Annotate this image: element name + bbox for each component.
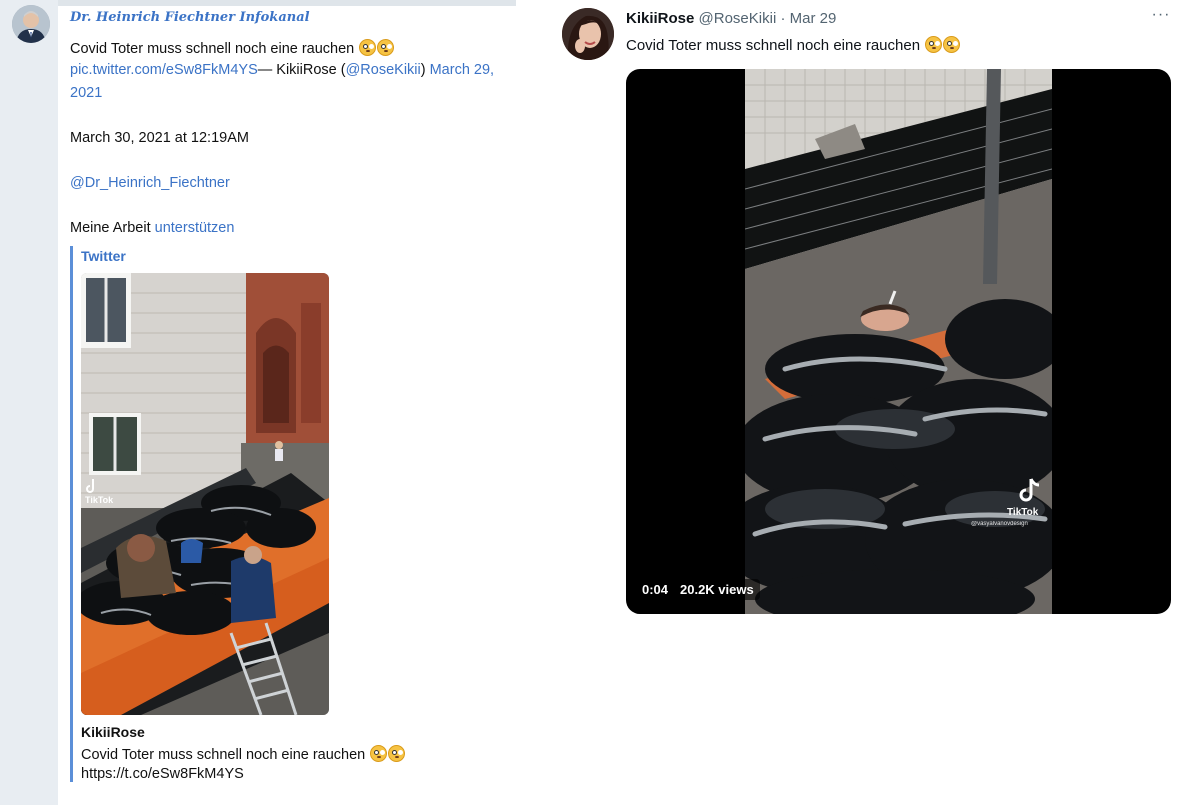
link-preview-url[interactable]: https://t.co/eSw8FkM4YS [81,766,244,782]
tweet-display-name[interactable]: KikiiRose [626,10,694,27]
video-watermark-user: @vasyalvanovdesign [971,521,1028,527]
close-paren: ) [420,62,430,78]
tweet-date-link-year[interactable]: 2021 [70,85,102,101]
link-preview-bar [70,246,73,782]
tweet-video-player[interactable]: TikTok @vasyalvanovdesign 0:04 20.2K vie… [626,69,1171,614]
post-date-line: 2021 [70,85,102,101]
post-source-line: pic.twitter.com/eSw8FkM4YS— KikiiRose (@… [70,62,494,78]
support-prefix: Meine Arbeit [70,220,155,236]
video-time: 0:04 [636,579,675,600]
post-text-line: Covid Toter muss schnell noch eine rauch… [70,39,395,57]
author-handle-link[interactable]: @RoseKikii [346,62,421,78]
more-options-icon[interactable]: ··· [1150,6,1172,26]
meta-separator: · [776,10,790,27]
link-preview-image[interactable]: TikTok [81,273,329,715]
video-watermark: TikTok [1007,507,1039,518]
post-text: Covid Toter muss schnell noch eine rauch… [70,41,355,57]
tweet-date-link[interactable]: March 29, [430,62,494,78]
flushed-face-icon [377,39,395,56]
flushed-face-icon [943,36,961,53]
tweet-header: KikiiRose @RoseKikii · Mar 29 [626,10,836,27]
flushed-face-icon [359,39,377,56]
tweet-author-avatar[interactable] [562,8,614,60]
link-preview-text: Covid Toter muss schnell noch eine rauch… [81,747,366,763]
thumb-watermark: TikTok [85,495,114,505]
source-author-text: — KikiiRose ( [257,62,346,78]
link-preview-author: KikiiRose [81,724,145,740]
flushed-face-icon [370,745,388,762]
tweet-handle[interactable]: @RoseKikii [699,10,777,27]
tweet-text-line: Covid Toter muss schnell noch eine rauch… [626,36,961,54]
link-preview-source[interactable]: Twitter [81,248,126,264]
post-timestamp: March 30, 2021 at 12:19AM [70,130,249,146]
flushed-face-icon [925,36,943,53]
tweet-date[interactable]: Mar 29 [790,10,837,27]
video-views: 20.2K views [674,579,760,600]
video-frame: TikTok @vasyalvanovdesign [745,69,1052,614]
tweet-text: Covid Toter muss schnell noch eine rauch… [626,37,921,54]
support-link[interactable]: unterstützen [155,220,235,236]
link-preview-text-line: Covid Toter muss schnell noch eine rauch… [81,745,406,763]
channel-avatar[interactable] [12,5,50,43]
pic-link[interactable]: pic.twitter.com/eSw8FkM4YS [70,62,258,78]
flushed-face-icon [388,745,406,762]
support-line: Meine Arbeit unterstützen [70,220,234,236]
mention-link[interactable]: @Dr_Heinrich_Fiechtner [70,175,230,191]
channel-name-link[interactable]: Dr. Heinrich Fiechtner Infokanal [70,10,310,25]
